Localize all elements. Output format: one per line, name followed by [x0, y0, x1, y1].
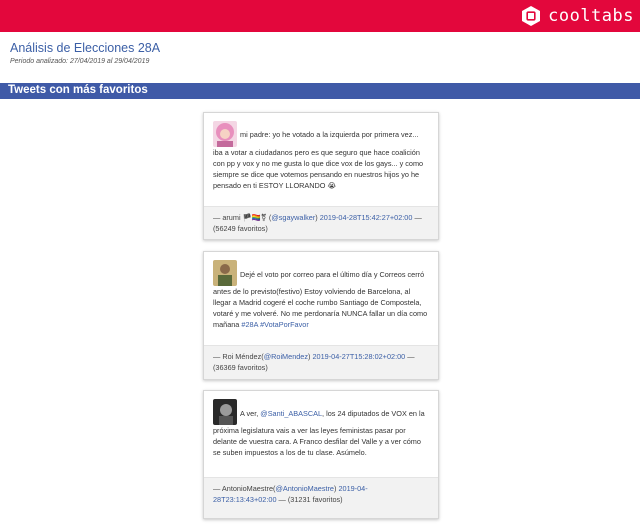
cube-logo-icon	[522, 6, 541, 26]
hashtag-link[interactable]: #VotaPorFavor	[260, 320, 309, 329]
tweet-timestamp-link[interactable]: 2019-04-27T15:28:02+02:00	[313, 352, 406, 361]
tweet-card: Dejé el voto por correo para el último d…	[203, 251, 439, 380]
tweet-body: antes de lo previsto(festivo) Estoy volv…	[213, 286, 429, 330]
tweet-card: A ver, @Santi_ABASCAL, los 24 diputados …	[203, 390, 439, 519]
period-label: Periodo analizado:	[10, 58, 68, 65]
section-header-bar: Tweets con más favoritos	[0, 83, 640, 99]
tweet-author: — Roi Méndez(	[213, 352, 264, 361]
page-title: Análisis de Elecciones 28A	[10, 41, 161, 55]
section-title: Tweets con más favoritos	[8, 84, 148, 96]
brand-name: cooltabs	[548, 6, 634, 26]
tweet-text: Dejé el voto por correo para el último d…	[204, 252, 438, 330]
tweet-text: mi padre: yo he votado a la izquierda po…	[204, 113, 438, 191]
tweet-author: — AntonioMaestre(	[213, 484, 276, 493]
user-avatar-icon[interactable]	[213, 121, 237, 147]
tweet-footer: — arumi 🏴🏳️‍🌈⚧ (@sgaywalker) 2019-04-28T…	[204, 206, 438, 239]
brand-logo[interactable]: cooltabs	[520, 5, 634, 27]
tweet-handle-link[interactable]: @AntonioMaestre	[275, 484, 334, 493]
user-avatar-icon[interactable]	[213, 260, 237, 286]
period-value: 27/04/2019 al 29/04/2019	[69, 58, 150, 65]
top-header-bar: cooltabs	[0, 0, 640, 32]
tweet-body: iba a votar a ciudadanos pero es que seg…	[213, 148, 424, 190]
tweet-favorites-count: — (31231 favoritos)	[276, 495, 343, 504]
tweet-text: A ver, @Santi_ABASCAL, los 24 diputados …	[204, 391, 438, 458]
tweet-body: próxima legislatura vais a ver las leyes…	[213, 426, 421, 457]
tweet-footer: — AntonioMaestre(@AntonioMaestre) 2019-0…	[204, 477, 438, 518]
tweet-card: mi padre: yo he votado a la izquierda po…	[203, 112, 439, 240]
tweet-first-line: A ver, @Santi_ABASCAL, los 24 diputados …	[213, 397, 429, 419]
tweet-first-line-suffix: , los 24 diputados de VOX en la	[322, 409, 425, 418]
hashtag-link[interactable]: #28A	[241, 320, 258, 329]
tweet-handle-link[interactable]: @sgaywalker	[271, 213, 315, 222]
tweet-author: — arumi 🏴🏳️‍🌈⚧ (	[213, 213, 272, 222]
tweet-timestamp-link[interactable]: 2019-04-28T15:42:27+02:00	[320, 213, 413, 222]
tweet-first-line: mi padre: yo he votado a la izquierda po…	[240, 130, 419, 139]
analysis-period: Periodo analizado: 27/04/2019 al 29/04/2…	[10, 58, 149, 65]
tweet-handle-link[interactable]: @RoiMendez	[264, 352, 308, 361]
tweet-first-line-prefix: A ver,	[240, 409, 261, 418]
mention-link[interactable]: @Santi_ABASCAL	[260, 409, 322, 418]
tweet-footer: — Roi Méndez(@RoiMendez) 2019-04-27T15:2…	[204, 345, 438, 379]
tweet-first-line: Dejé el voto por correo para el último d…	[240, 270, 425, 279]
user-avatar-icon[interactable]	[213, 399, 237, 425]
